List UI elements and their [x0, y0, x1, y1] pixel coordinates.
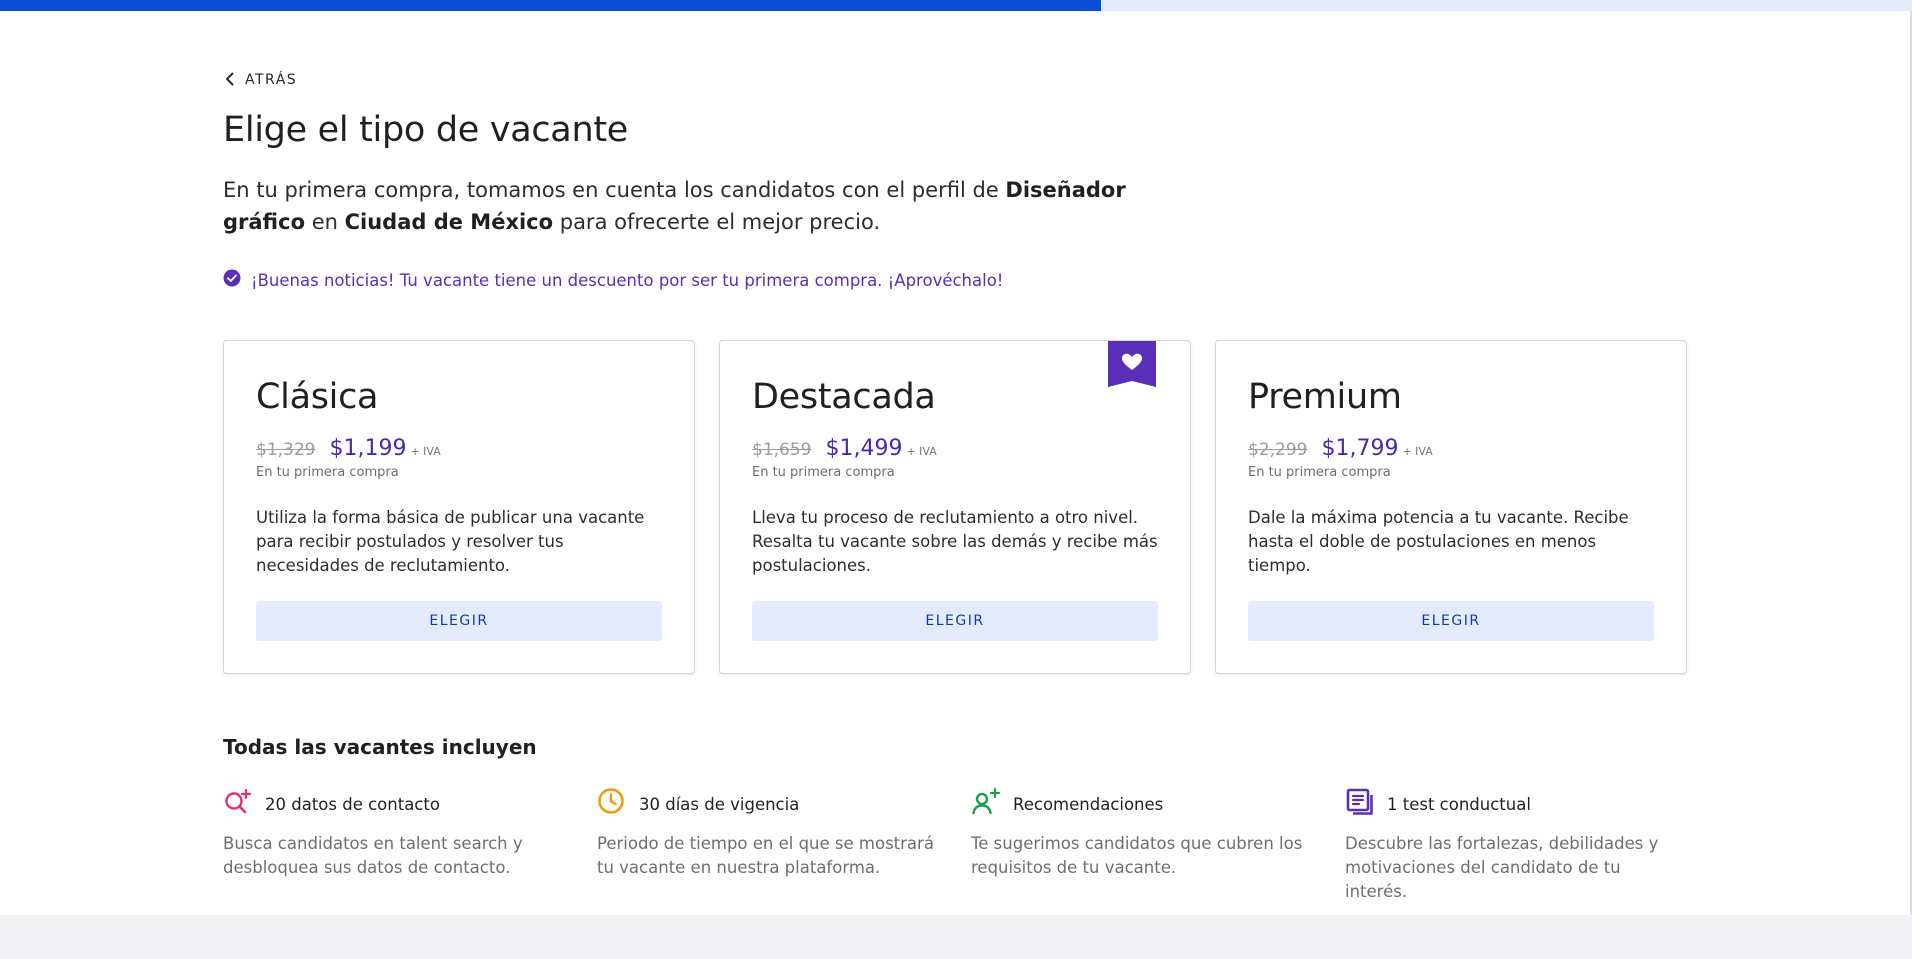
feature-description: Descubre las fortalezas, debilidades y m… [1345, 834, 1659, 901]
old-price: $1,329 [256, 440, 316, 460]
page-title: Elige el tipo de vacante [223, 110, 628, 150]
discount-notice: ¡Buenas noticias! Tu vacante tiene un de… [223, 269, 1003, 291]
plan-card-premium: Premium $2,299 $1,799 + IVA En tu primer… [1215, 340, 1687, 674]
intro-part-2: en [305, 210, 345, 234]
back-label: ATRÁS [245, 72, 298, 88]
feature-validity: 30 días de vigencia Periodo de tiempo en… [597, 788, 937, 880]
feature-description: Busca candidatos en talent search y desb… [223, 834, 523, 877]
plan-name: Clásica [256, 377, 379, 417]
user-plus-icon [971, 787, 1001, 821]
heart-bookmark-icon [1108, 341, 1156, 387]
tax-label: + IVA [1402, 445, 1433, 458]
choose-destacada-button[interactable]: ELEGIR [752, 601, 1158, 641]
feature-description: Te sugerimos candidatos que cubren los r… [971, 834, 1303, 877]
tax-label: + IVA [906, 445, 937, 458]
price-row: $2,299 $1,799 + IVA [1248, 436, 1433, 461]
feature-contact-data: 20 datos de contacto Busca candidatos en… [223, 788, 563, 880]
notice-text: ¡Buenas noticias! Tu vacante tiene un de… [251, 270, 1004, 290]
plan-name: Destacada [752, 377, 936, 417]
feature-title: 20 datos de contacto [265, 794, 440, 814]
intro-city: Ciudad de México [344, 210, 554, 234]
price-note: En tu primera compra [752, 465, 895, 480]
feature-title: Recomendaciones [1013, 794, 1164, 814]
footer [0, 915, 1912, 959]
old-price: $1,659 [752, 440, 812, 460]
feature-title: 30 días de vigencia [639, 794, 800, 814]
plan-description: Dale la máxima potencia a tu vacante. Re… [1248, 508, 1629, 575]
choose-premium-button[interactable]: ELEGIR [1248, 601, 1654, 641]
chevron-left-icon [223, 71, 237, 90]
feature-title: 1 test conductual [1387, 794, 1531, 814]
plan-card-destacada: Destacada $1,659 $1,499 + IVA En tu prim… [719, 340, 1191, 674]
feature-behavior-test: 1 test conductual Descubre las fortaleza… [1345, 788, 1685, 904]
feature-description: Periodo de tiempo en el que se mostrará … [597, 834, 934, 877]
price-row: $1,659 $1,499 + IVA [752, 436, 937, 461]
includes-title: Todas las vacantes incluyen [223, 735, 537, 759]
plan-card-clasica: Clásica $1,329 $1,199 + IVA En tu primer… [223, 340, 695, 674]
new-price: $1,199 [329, 436, 407, 461]
back-button[interactable]: ATRÁS [223, 70, 297, 90]
intro-text: En tu primera compra, tomamos en cuenta … [223, 174, 1203, 238]
plan-description: Utiliza la forma básica de publicar una … [256, 508, 645, 575]
intro-part-3: para ofrecerte el mejor precio. [553, 210, 881, 234]
progress-bar-fill [0, 0, 1102, 11]
price-row: $1,329 $1,199 + IVA [256, 436, 441, 461]
choose-clasica-button[interactable]: ELEGIR [256, 601, 662, 641]
check-circle-icon [223, 269, 241, 291]
new-price: $1,499 [825, 436, 903, 461]
plan-description: Lleva tu proceso de reclutamiento a otro… [752, 508, 1158, 575]
tax-label: + IVA [410, 445, 441, 458]
progress-bar [0, 0, 1912, 11]
clock-icon [597, 787, 627, 821]
new-price: $1,799 [1321, 436, 1399, 461]
search-plus-icon [223, 787, 253, 821]
document-icon [1345, 787, 1375, 821]
intro-part-1: En tu primera compra, tomamos en cuenta … [223, 178, 1006, 202]
plan-name: Premium [1248, 377, 1402, 417]
price-note: En tu primera compra [256, 465, 399, 480]
price-note: En tu primera compra [1248, 465, 1391, 480]
old-price: $2,299 [1248, 440, 1308, 460]
feature-recommendations: Recomendaciones Te sugerimos candidatos … [971, 787, 1311, 880]
